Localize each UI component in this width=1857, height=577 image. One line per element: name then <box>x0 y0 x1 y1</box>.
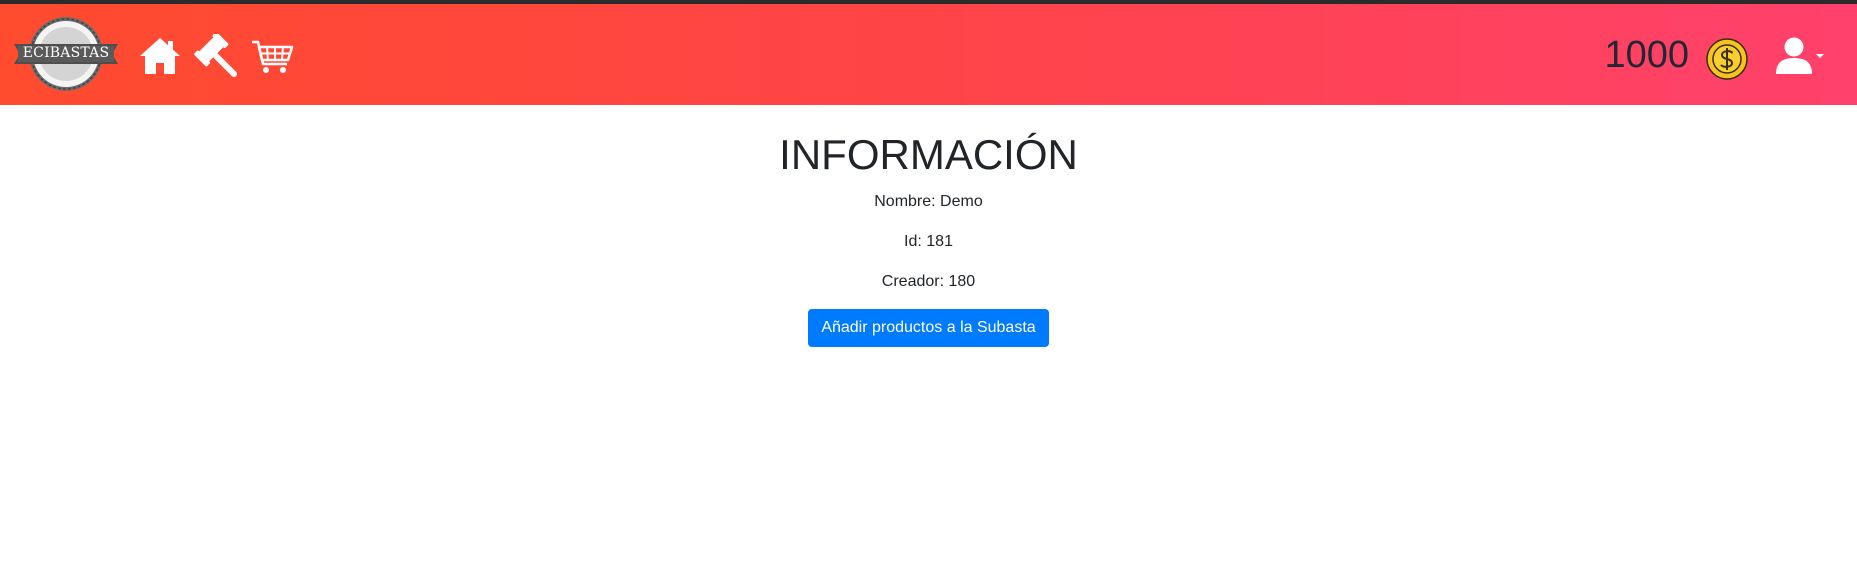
auction-info-section: INFORMACIÓN Nombre: Demo Id: 181 Creador… <box>0 105 1857 347</box>
coin-balance: 1000 <box>1604 34 1689 76</box>
page-title: INFORMACIÓN <box>779 131 1078 178</box>
auction-name: Nombre: Demo <box>874 193 983 210</box>
cart-icon[interactable] <box>250 34 294 78</box>
logo-text: ECIBASTAS <box>22 45 110 61</box>
add-products-button[interactable]: Añadir productos a la Subasta <box>808 309 1049 347</box>
dollar-coin-icon <box>1706 38 1748 80</box>
navbar: ECIBASTAS 1000 <box>0 4 1857 105</box>
auction-id: Id: 181 <box>904 233 953 250</box>
gavel-icon[interactable] <box>194 34 238 78</box>
auction-creator: Creador: 180 <box>881 273 976 290</box>
user-menu-icon[interactable] <box>1774 36 1824 78</box>
home-icon[interactable] <box>138 34 182 78</box>
